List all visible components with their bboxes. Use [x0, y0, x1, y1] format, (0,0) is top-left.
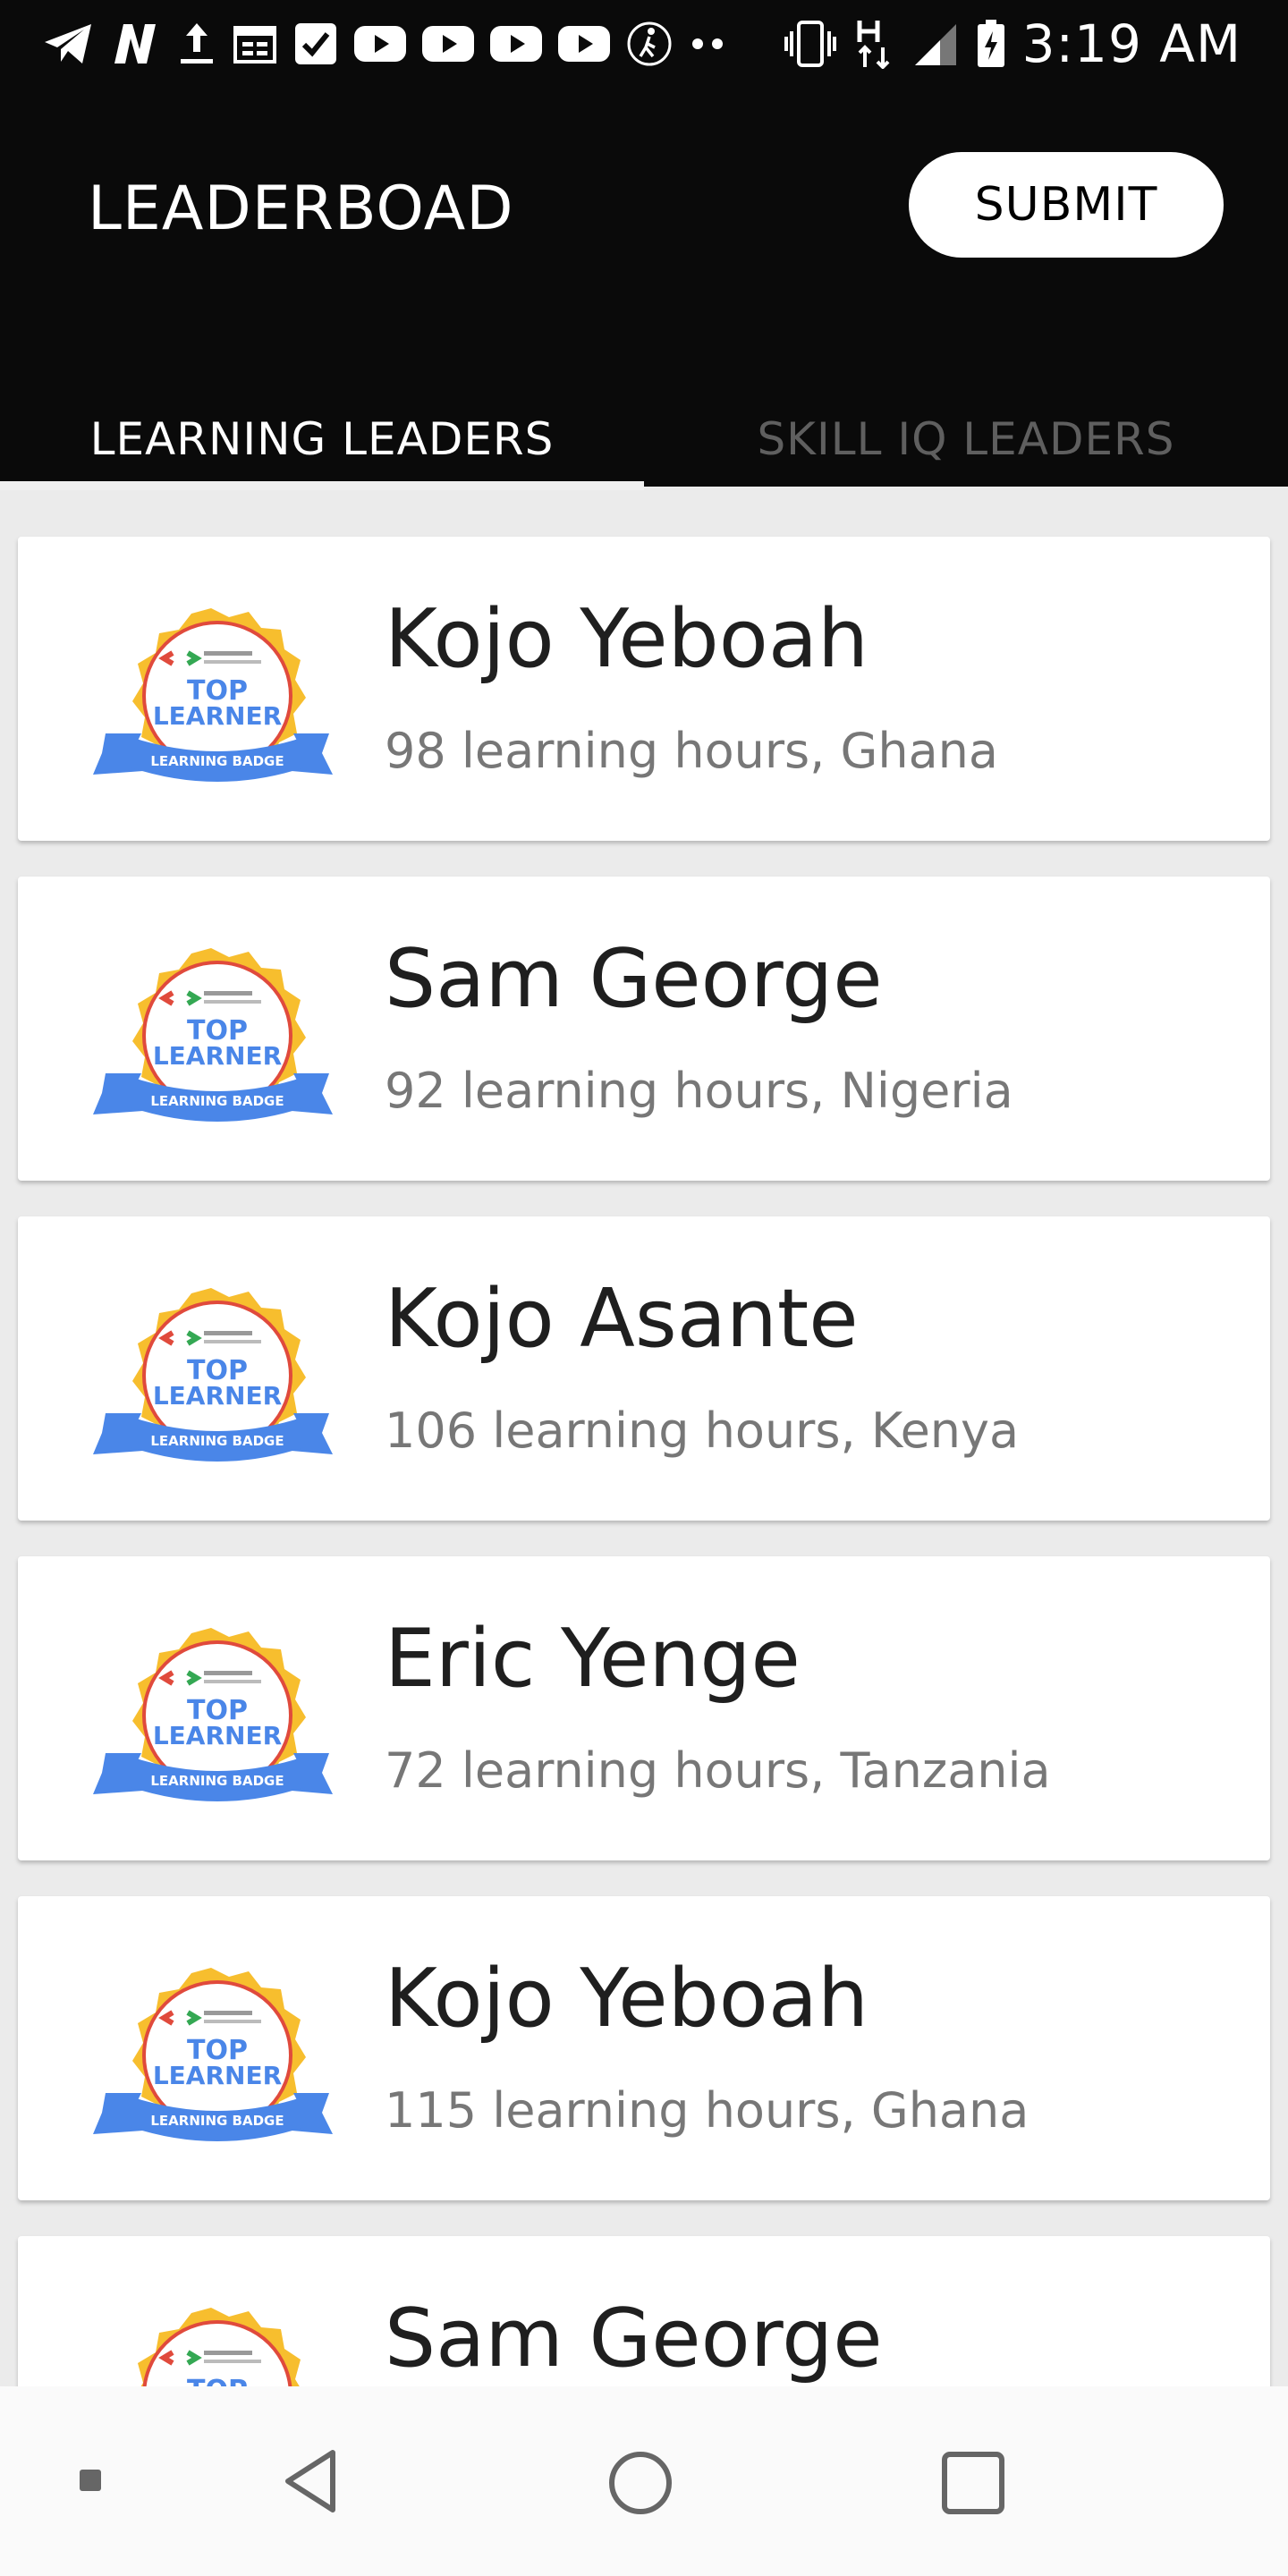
youtube-icon: [354, 26, 406, 62]
leader-card[interactable]: TOP LEARNER LEARNING BADGE Kojo Yeboah 11…: [18, 1896, 1270, 2200]
navigation-bar: [0, 2386, 1288, 2576]
submit-button[interactable]: SUBMIT: [909, 152, 1224, 258]
top-learner-badge-icon: TOP LEARNER LEARNING BADGE: [93, 608, 333, 782]
leader-name: Kojo Yeboah: [385, 1952, 869, 2046]
leader-name: Sam George: [385, 2292, 883, 2385]
youtube-icon: [558, 26, 610, 62]
svg-text:LEARNING BADGE: LEARNING BADGE: [150, 1093, 284, 1109]
top-learner-badge-icon: TOP LEARNER LEARNING BADGE: [138, 2308, 301, 2386]
battery-icon: [976, 19, 1006, 69]
svg-text:LEARNER: LEARNER: [153, 1381, 282, 1411]
leader-name: Sam George: [385, 932, 883, 1026]
svg-text:LEARNING BADGE: LEARNING BADGE: [150, 753, 284, 769]
svg-text:LEARNER: LEARNER: [153, 701, 282, 731]
svg-text:LEARNER: LEARNER: [153, 2061, 282, 2090]
leader-card[interactable]: TOP LEARNER LEARNING BADGE Eric Yenge 72 …: [18, 1556, 1270, 1860]
active-tab-indicator: [0, 481, 644, 490]
leader-name: Eric Yenge: [385, 1612, 801, 1706]
telegram-icon: [43, 22, 93, 65]
leader-card[interactable]: TOP LEARNER LEARNING BADGE Kojo Asante 10…: [18, 1216, 1270, 1521]
signal-icon: [911, 21, 960, 67]
walk-icon: [626, 21, 673, 67]
notification-icons: [43, 21, 728, 67]
youtube-icon: [422, 26, 474, 62]
clock: 3:19 AM: [1021, 13, 1241, 74]
svg-text:LEARNING BADGE: LEARNING BADGE: [150, 1433, 284, 1449]
leader-card[interactable]: TOP LEARNER LEARNING BADGE Kojo Yeboah 98…: [18, 537, 1270, 841]
calendar-icon: [233, 22, 277, 65]
top-learner-badge-icon: TOP LEARNER LEARNING BADGE: [93, 1288, 333, 1462]
status-bar: 3:19 AM: [0, 0, 1288, 88]
vibrate-icon: [783, 21, 838, 67]
top-learner-badge-icon: TOP LEARNER LEARNING BADGE: [93, 1968, 333, 2141]
tab-skill-iq-leaders[interactable]: SKILL IQ LEADERS: [644, 392, 1288, 487]
svg-text:LEARNER: LEARNER: [153, 1041, 282, 1071]
overview-icon[interactable]: [939, 2449, 1007, 2517]
leader-name: Kojo Yeboah: [385, 592, 869, 686]
system-icons: 3:19 AM: [783, 13, 1241, 74]
leader-card[interactable]: TOP LEARNER LEARNING BADGE Sam George 92 …: [18, 877, 1270, 1181]
leader-details: 92 learning hours, Nigeria: [385, 1063, 1013, 1119]
more-dots-icon: [689, 35, 728, 53]
svg-text:TOP: TOP: [187, 2375, 248, 2386]
leader-details: 115 learning hours, Ghana: [385, 2082, 1030, 2139]
leader-card[interactable]: TOP LEARNER LEARNING BADGE Sam George: [18, 2236, 1270, 2386]
leaderboard-list[interactable]: TOP LEARNER LEARNING BADGE Kojo Yeboah 98…: [0, 490, 1288, 2386]
svg-text:LEARNING BADGE: LEARNING BADGE: [150, 2113, 284, 2129]
top-learner-badge-icon: TOP LEARNER LEARNING BADGE: [93, 948, 333, 1122]
leader-details: 98 learning hours, Ghana: [385, 723, 998, 779]
youtube-icon: [490, 26, 542, 62]
checkbox-icon: [293, 21, 338, 66]
back-icon[interactable]: [277, 2445, 349, 2517]
page-title: LEADERBOAD: [88, 174, 514, 244]
recents-dot-icon[interactable]: [77, 2467, 104, 2494]
home-icon[interactable]: [606, 2449, 674, 2517]
leader-name: Kojo Asante: [385, 1272, 859, 1366]
svg-text:LEARNING BADGE: LEARNING BADGE: [150, 1773, 284, 1789]
svg-text:LEARNER: LEARNER: [153, 1721, 282, 1750]
leader-details: 106 learning hours, Kenya: [385, 1402, 1020, 1459]
tab-bar: LEARNING LEADERS SKILL IQ LEADERS: [0, 392, 1288, 487]
tab-learning-leaders[interactable]: LEARNING LEADERS: [0, 392, 644, 487]
app-bar: LEADERBOAD SUBMIT LEARNING LEADERS SKILL…: [0, 88, 1288, 487]
top-learner-badge-icon: TOP LEARNER LEARNING BADGE: [93, 1628, 333, 1801]
upload-icon: [177, 21, 216, 66]
netflix-icon: [109, 22, 161, 65]
network-h-icon: [854, 19, 895, 69]
leader-details: 72 learning hours, Tanzania: [385, 1742, 1051, 1799]
